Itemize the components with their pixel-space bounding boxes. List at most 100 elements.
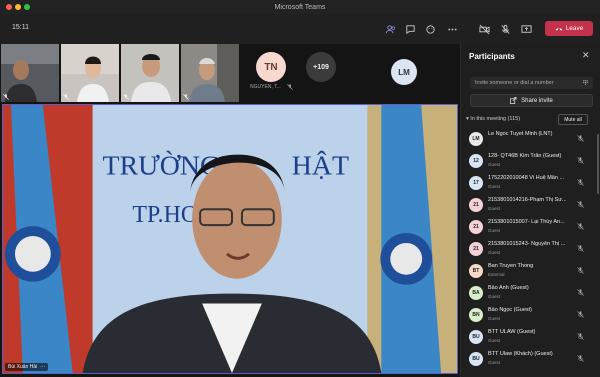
chat-icon xyxy=(405,24,415,34)
mic-muted-icon xyxy=(63,94,69,100)
mic-muted-icon xyxy=(577,333,584,340)
meeting-toolbar: 15:11 Leave xyxy=(0,14,600,44)
participant-row[interactable]: BA Bảo Anh (Guest) Guest xyxy=(461,282,600,304)
participant-role: Guest xyxy=(488,294,501,299)
mic-muted-icon xyxy=(123,94,129,100)
participant-name: 2153801015243- Nguyễn Thị ... xyxy=(488,241,566,247)
video-tile-1[interactable] xyxy=(1,44,59,102)
participant-name: Bảo Ngọc (Guest) xyxy=(488,307,533,313)
avatar: 21 xyxy=(469,220,483,234)
participant-row[interactable]: BN Bảo Ngọc (Guest) Guest xyxy=(461,304,600,326)
mic-muted-icon xyxy=(577,223,584,230)
participant-name: BTT Ulaw (Khách) (Guest) xyxy=(488,351,553,357)
participants-panel: Participants ✕ Invite someone or dial a … xyxy=(460,44,600,377)
participant-row[interactable]: LM Le Ngoc Tuyet Minh (LNT) xyxy=(461,128,600,150)
panel-title: Participants xyxy=(469,52,515,61)
in-meeting-header[interactable]: ▾ In this meeting (115) xyxy=(466,116,520,122)
participant-row[interactable]: BT Ban Truyen Thong External xyxy=(461,260,600,282)
share-icon xyxy=(510,97,517,104)
participant-video-2 xyxy=(61,44,119,102)
video-tile-4[interactable] xyxy=(181,44,239,102)
participant-name: 1752202010048 Vi Huệ Mẫn ... xyxy=(488,175,565,181)
mic-muted-icon xyxy=(3,94,9,100)
participant-row[interactable]: 21 2153801015243- Nguyễn Thị ... Guest xyxy=(461,238,600,260)
mic-toggle-button[interactable] xyxy=(497,21,513,37)
avatar: BN xyxy=(469,308,483,322)
mic-muted-icon xyxy=(577,267,584,274)
more-actions-button[interactable] xyxy=(444,21,460,37)
avatar: LM xyxy=(391,59,417,85)
close-window-button[interactable] xyxy=(6,4,12,10)
participant-video-4 xyxy=(181,44,239,102)
participant-role: External xyxy=(488,272,505,277)
teams-window: Microsoft Teams 15:11 Leave TN +109 LM N… xyxy=(0,0,600,377)
participant-video-3 xyxy=(121,44,179,102)
more-icon xyxy=(447,28,457,30)
participant-row[interactable]: 12 128- QT46B Kim Trân (Guest) Guest xyxy=(461,150,600,172)
participant-row[interactable]: BU BTT ULAW (Guest) Guest xyxy=(461,326,600,348)
main-speaker-video[interactable]: TRƯỜNG Đ HẬT TP.HO Bùi Xuân Hải ··· xyxy=(2,104,458,374)
participant-role: Guest xyxy=(488,316,501,321)
mic-muted-icon xyxy=(183,94,189,100)
participant-name: Le Ngoc Tuyet Minh (LNT) xyxy=(488,131,553,137)
avatar: BA xyxy=(469,286,483,300)
chat-button[interactable] xyxy=(402,21,418,37)
mic-muted-icon xyxy=(577,245,584,252)
mic-muted-icon xyxy=(577,179,584,186)
close-icon[interactable]: ✕ xyxy=(582,50,590,61)
avatar-tile-lm[interactable]: LM xyxy=(378,44,436,102)
mic-off-icon xyxy=(500,24,510,34)
participant-name: 128- QT46B Kim Trân (Guest) xyxy=(488,153,562,159)
invite-input[interactable]: Invite someone or dial a number xyxy=(470,77,593,89)
video-tile-2[interactable] xyxy=(61,44,119,102)
participant-name: BTT ULAW (Guest) xyxy=(488,329,536,335)
camera-off-icon xyxy=(478,24,490,34)
mic-muted-icon xyxy=(287,84,293,90)
title-bar: Microsoft Teams xyxy=(0,0,600,14)
avatar: BU xyxy=(469,352,483,366)
reactions-button[interactable] xyxy=(422,21,438,37)
share-screen-icon xyxy=(520,24,532,33)
avatar: BT xyxy=(469,264,483,278)
more-icon[interactable]: ··· xyxy=(40,364,45,370)
camera-toggle-button[interactable] xyxy=(476,21,492,37)
participant-row[interactable]: 21 2153801015007- Lại Thùy An... Guest xyxy=(461,216,600,238)
participant-role: Guest xyxy=(488,228,501,233)
leave-button[interactable]: Leave xyxy=(545,21,593,36)
svg-text:HẬT: HẬT xyxy=(292,151,349,182)
avatar-tile-tn[interactable]: TN xyxy=(243,44,301,102)
video-gallery: TN +109 LM xyxy=(0,44,458,104)
reactions-icon xyxy=(425,24,435,34)
participant-name: Ban Truyen Thong xyxy=(488,263,534,269)
overflow-tile[interactable]: +109 xyxy=(303,44,361,102)
participant-list: LM Le Ngoc Tuyet Minh (LNT) 12 128- QT46B K… xyxy=(461,128,600,370)
share-invite-button[interactable]: Share invite xyxy=(470,94,593,107)
speaker-name-label: Bùi Xuân Hải ··· xyxy=(5,363,49,371)
participant-name: 2153801014216-Phạm Thị Sư... xyxy=(488,197,567,203)
share-screen-button[interactable] xyxy=(518,21,534,37)
avatar: 21 xyxy=(469,242,483,256)
leave-label: Leave xyxy=(565,25,584,32)
participants-button[interactable] xyxy=(382,21,398,37)
participant-role: Guest xyxy=(488,250,501,255)
zoom-window-button[interactable] xyxy=(24,4,30,10)
mic-muted-icon xyxy=(577,135,584,142)
minimize-window-button[interactable] xyxy=(15,4,21,10)
video-tile-3[interactable] xyxy=(121,44,179,102)
mute-all-button[interactable]: Mute all xyxy=(558,114,588,125)
mic-muted-icon xyxy=(577,355,584,362)
participant-role: Guest xyxy=(488,184,501,189)
participant-row[interactable]: 17 1752202010048 Vi Huệ Mẫn ... Guest xyxy=(461,172,600,194)
mic-muted-icon xyxy=(577,157,584,164)
in-meeting-count: In this meeting (115) xyxy=(470,116,521,122)
participant-name: 2153801015007- Lại Thùy An... xyxy=(488,219,565,225)
speaker-video-frame: TRƯỜNG Đ HẬT TP.HO xyxy=(3,105,457,373)
tile-name-label: NGUYEN, T... xyxy=(250,84,281,90)
avatar: 21 xyxy=(469,198,483,212)
participant-role: Guest xyxy=(488,162,501,167)
participant-role: Guest xyxy=(488,338,501,343)
avatar: TN xyxy=(256,52,286,82)
dialpad-icon[interactable] xyxy=(582,79,589,86)
participant-row[interactable]: 21 2153801014216-Phạm Thị Sư... Guest xyxy=(461,194,600,216)
participant-row[interactable]: BU BTT Ulaw (Khách) (Guest) Guest xyxy=(461,348,600,370)
